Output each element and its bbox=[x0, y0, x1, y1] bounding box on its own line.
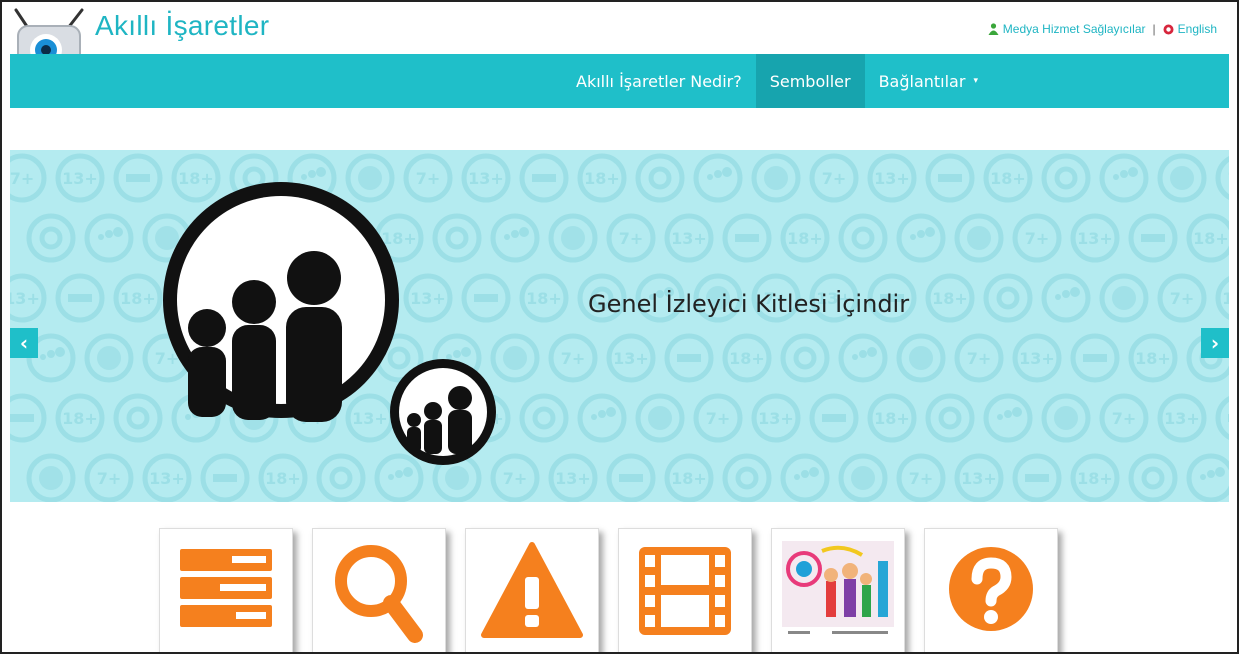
slide-caption: Genel İzleyici Kitlesi İçindir bbox=[588, 290, 910, 318]
drawing-thumbnail bbox=[782, 541, 894, 641]
link-separator: | bbox=[1152, 22, 1156, 36]
list-icon bbox=[180, 549, 272, 627]
tile-help[interactable] bbox=[924, 528, 1058, 652]
search-icon bbox=[335, 545, 423, 643]
site-title[interactable]: Akıllı İşaretler bbox=[95, 10, 269, 42]
slider-prev-button[interactable]: ‹ bbox=[10, 328, 38, 358]
nav-item-label: Akıllı İşaretler Nedir? bbox=[576, 71, 742, 91]
english-link[interactable]: English bbox=[1178, 22, 1217, 36]
page: Akıllı İşaretler Medya Hizmet Sağlayıcıl… bbox=[0, 0, 1239, 654]
warning-icon bbox=[481, 542, 583, 638]
tile-drawing[interactable] bbox=[771, 528, 905, 652]
general-audience-symbol-icon bbox=[163, 182, 496, 465]
main-nav: Akıllı İşaretler Nedir? Semboller Bağlan… bbox=[562, 54, 992, 108]
tile-list[interactable] bbox=[159, 528, 293, 652]
english-flag-icon bbox=[1163, 24, 1174, 34]
top-links: Medya Hizmet Sağlayıcılar | English bbox=[988, 22, 1217, 36]
question-icon bbox=[949, 547, 1033, 631]
nav-item-what-is[interactable]: Akıllı İşaretler Nedir? bbox=[562, 54, 756, 108]
feature-tiles bbox=[159, 528, 1058, 652]
tile-search[interactable] bbox=[312, 528, 446, 652]
nav-item-links[interactable]: Bağlantılar ▾ bbox=[865, 54, 992, 108]
tile-warning[interactable] bbox=[465, 528, 599, 652]
nav-item-label: Semboller bbox=[769, 71, 851, 91]
slider-next-button[interactable]: › bbox=[1201, 328, 1229, 358]
tile-film[interactable] bbox=[618, 528, 752, 652]
nav-item-label: Bağlantılar bbox=[878, 71, 966, 91]
nav-item-symbols[interactable]: Semboller bbox=[755, 54, 865, 108]
hero-slider: 7+13+18+7+13+18+7+13+18+7+7+13+18+7+13+1… bbox=[10, 150, 1229, 502]
film-icon bbox=[639, 547, 731, 635]
chevron-down-icon: ▾ bbox=[973, 76, 978, 86]
user-icon bbox=[988, 23, 999, 35]
providers-link[interactable]: Medya Hizmet Sağlayıcılar bbox=[1003, 22, 1146, 36]
